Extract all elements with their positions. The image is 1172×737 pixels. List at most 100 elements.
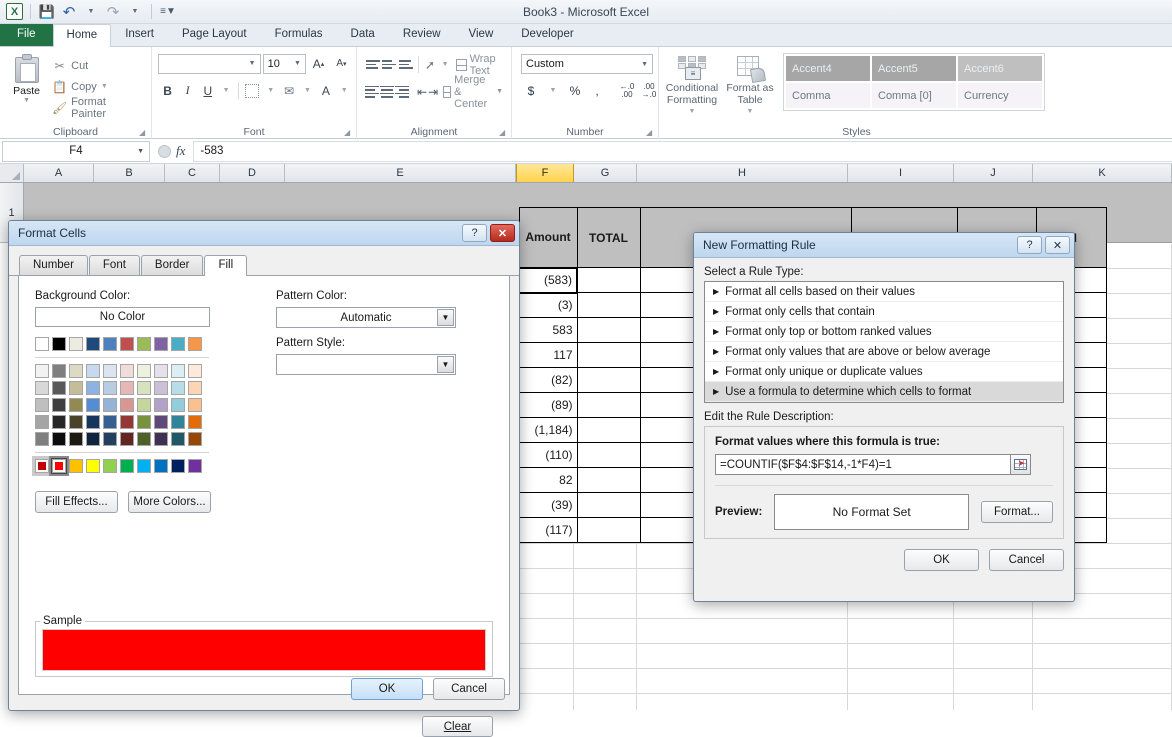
color-swatch[interactable] (69, 337, 83, 351)
cell-amount[interactable]: (110) (518, 442, 578, 468)
pattern-color-dropdown[interactable]: Automatic ▼ (276, 307, 456, 328)
color-swatch[interactable] (137, 381, 151, 395)
color-swatch[interactable] (103, 381, 117, 395)
table-header-total[interactable]: TOTAL (576, 207, 641, 268)
tab-formulas[interactable]: Formulas (261, 23, 337, 46)
tab-home[interactable]: Home (52, 24, 112, 47)
chevron-down-icon[interactable]: ▼ (496, 88, 503, 95)
tab-font[interactable]: Font (88, 255, 140, 275)
column-header-a[interactable]: A (24, 164, 94, 182)
fill-effects-button[interactable]: Fill Effects... (35, 491, 118, 513)
color-swatch[interactable] (188, 432, 202, 446)
cell-amount[interactable]: (89) (518, 392, 578, 418)
color-swatch[interactable] (52, 337, 66, 351)
new-formatting-rule-dialog[interactable]: New Formatting Rule ? ✕ Select a Rule Ty… (693, 232, 1075, 602)
grid-cell[interactable] (516, 619, 574, 644)
select-all-corner[interactable] (0, 164, 24, 182)
color-swatch[interactable] (35, 364, 49, 378)
chevron-down-icon[interactable]: ▼ (437, 356, 454, 373)
align-middle-button[interactable] (382, 54, 398, 75)
color-swatch[interactable] (120, 364, 134, 378)
grid-cell[interactable] (574, 669, 637, 694)
accounting-format-button[interactable]: $ (521, 80, 541, 101)
color-swatch[interactable] (86, 381, 100, 395)
color-swatch[interactable] (35, 459, 49, 473)
save-icon[interactable]: 💾 (38, 3, 56, 21)
grid-cell[interactable] (516, 694, 574, 710)
orientation-dropdown-icon[interactable]: ▼ (439, 54, 452, 75)
color-swatch[interactable] (69, 415, 83, 429)
color-swatch[interactable] (171, 415, 185, 429)
grid-cell[interactable] (1033, 644, 1172, 669)
cell-total[interactable] (576, 417, 641, 443)
align-bottom-button[interactable] (398, 54, 414, 75)
formula-input-field[interactable]: =COUNTIF($F$4:$F$14,-1*F4)=1 ➤ (715, 454, 1031, 475)
range-selector-icon[interactable]: ➤ (1010, 454, 1031, 475)
cell-amount[interactable]: (3) (518, 292, 578, 318)
color-swatch[interactable] (154, 364, 168, 378)
chevron-down-icon[interactable]: ▼ (639, 61, 650, 68)
cell-total[interactable] (576, 317, 641, 343)
color-swatch[interactable] (86, 415, 100, 429)
chevron-down-icon[interactable]: ▼ (137, 148, 144, 155)
color-swatch[interactable] (188, 364, 202, 378)
style-accent6[interactable]: Accent6 (958, 56, 1042, 81)
grid-cell[interactable] (848, 669, 954, 694)
tab-data[interactable]: Data (337, 23, 389, 46)
cut-button[interactable]: ✂ Cut (49, 55, 147, 76)
grid-cell[interactable] (516, 644, 574, 669)
number-dialog-launcher[interactable]: ◢ (646, 128, 655, 137)
column-header-c[interactable]: C (165, 164, 220, 182)
cell-total[interactable] (576, 392, 641, 418)
grow-font-button[interactable]: A ▴ (308, 53, 329, 74)
color-swatch[interactable] (137, 459, 151, 473)
color-swatch[interactable] (86, 459, 100, 473)
grid-cell[interactable] (574, 644, 637, 669)
cell-amount[interactable]: (117) (518, 517, 578, 543)
tab-insert[interactable]: Insert (111, 23, 168, 46)
color-swatch[interactable] (154, 415, 168, 429)
color-swatch[interactable] (35, 337, 49, 351)
ok-button[interactable]: OK (904, 549, 979, 571)
color-swatch[interactable] (103, 415, 117, 429)
cell-amount[interactable]: 583 (518, 317, 578, 343)
grid-cell[interactable] (637, 694, 848, 710)
close-icon[interactable]: ✕ (490, 224, 515, 242)
redo-dropdown-icon[interactable]: ▼ (126, 3, 144, 21)
color-swatch[interactable] (35, 398, 49, 412)
color-swatch[interactable] (154, 459, 168, 473)
align-right-button[interactable] (395, 81, 409, 102)
rule-type-item[interactable]: ▶ Format only top or bottom ranked values (705, 322, 1063, 342)
ok-button[interactable]: OK (351, 678, 423, 700)
chevron-down-icon[interactable]: ▼ (689, 106, 696, 118)
tab-border[interactable]: Border (140, 255, 204, 275)
column-header-k[interactable]: K (1033, 164, 1172, 182)
cancel-button[interactable]: Cancel (989, 549, 1064, 571)
number-format-combo[interactable]: Custom ▼ (521, 54, 653, 74)
grid-cell[interactable] (637, 619, 848, 644)
tab-fill[interactable]: Fill (204, 255, 248, 276)
color-swatch[interactable] (171, 398, 185, 412)
color-swatch[interactable] (188, 337, 202, 351)
font-dialog-launcher[interactable]: ◢ (344, 128, 353, 137)
color-swatch[interactable] (154, 398, 168, 412)
color-swatch[interactable] (86, 364, 100, 378)
grid-cell[interactable] (574, 619, 637, 644)
rule-type-item[interactable]: ▶ Format only values that are above or be… (705, 342, 1063, 362)
chevron-down-icon[interactable]: ▼ (23, 97, 30, 104)
column-header-g[interactable]: G (574, 164, 637, 182)
decrease-decimal-button[interactable]: .00 →.0 (639, 80, 659, 101)
grid-cell[interactable] (848, 619, 954, 644)
table-header-amount[interactable]: Amount (518, 207, 578, 268)
color-swatch[interactable] (86, 337, 100, 351)
cell-total[interactable] (576, 517, 641, 543)
color-swatch[interactable] (120, 337, 134, 351)
color-swatch[interactable] (103, 432, 117, 446)
tab-page-layout[interactable]: Page Layout (168, 23, 261, 46)
orientation-button[interactable]: ➚ (422, 54, 438, 75)
comma-format-button[interactable]: , (587, 80, 607, 101)
cell-amount[interactable]: 117 (518, 342, 578, 368)
percent-format-button[interactable]: % (565, 80, 585, 101)
conditional-formatting-button[interactable]: ≡ Conditional Formatting ▼ (663, 53, 721, 121)
cell-amount[interactable]: 82 (518, 467, 578, 493)
